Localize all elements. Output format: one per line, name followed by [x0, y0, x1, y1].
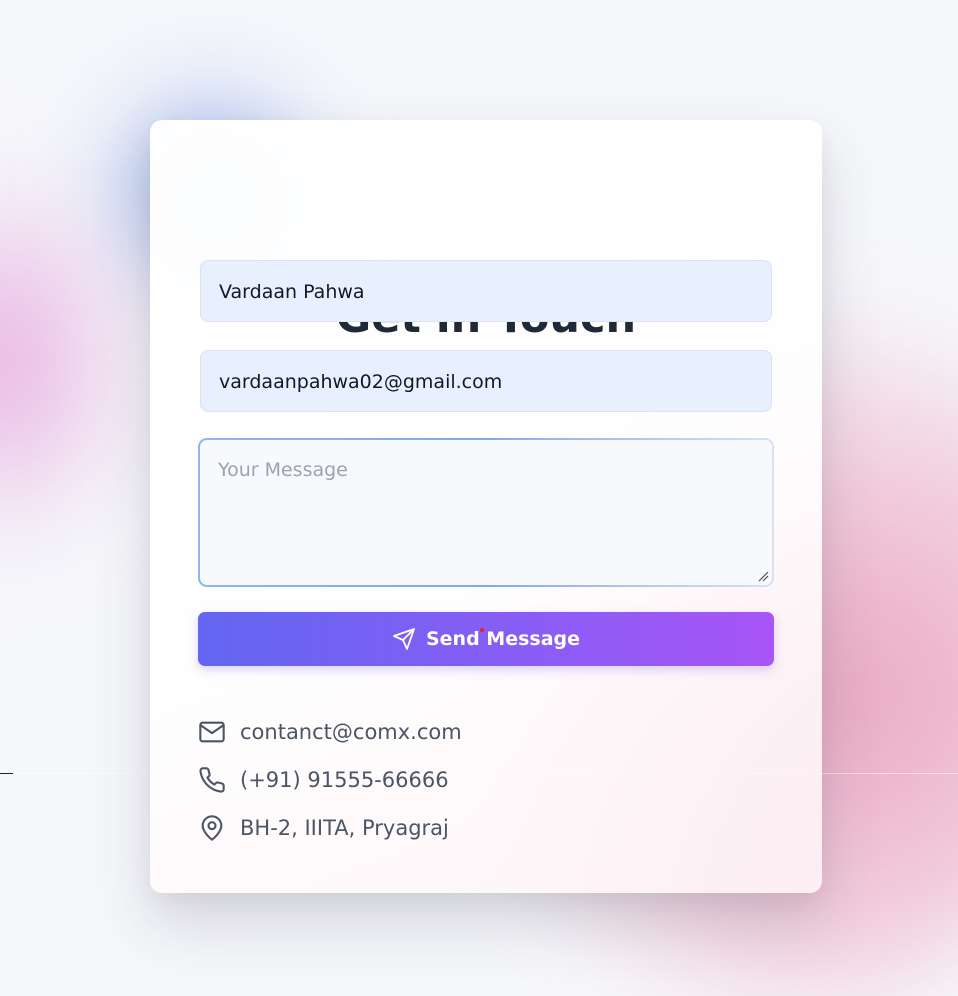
send-message-button[interactable]: Send Message	[198, 612, 774, 666]
message-textarea-inner[interactable]: Your Message	[200, 440, 772, 585]
message-placeholder: Your Message	[218, 459, 348, 481]
contact-phone: (+91) 91555-66666	[240, 768, 449, 792]
email-input[interactable]: vardaanpahwa02@gmail.com	[200, 350, 772, 412]
contact-phone-row: (+91) 91555-66666	[198, 764, 449, 796]
divider-line-mark	[0, 773, 13, 774]
send-button-label: Send Message	[425, 628, 581, 650]
resize-handle-icon[interactable]	[758, 571, 769, 582]
mail-icon	[198, 717, 228, 747]
contact-address: BH-2, IIITA, Pryagraj	[240, 816, 449, 840]
send-icon	[393, 628, 415, 650]
contact-email: contanct@comx.com	[240, 720, 462, 744]
name-input[interactable]: Vardaan Pahwa	[200, 260, 772, 322]
phone-icon	[198, 765, 228, 795]
contact-card: Get in Touch Vardaan Pahwa vardaanpahwa0…	[150, 120, 822, 893]
message-textarea[interactable]: Your Message	[198, 438, 774, 587]
map-pin-icon	[198, 813, 228, 843]
contact-email-row: contanct@comx.com	[198, 716, 462, 748]
contact-address-row: BH-2, IIITA, Pryagraj	[198, 812, 449, 844]
cursor-dot	[480, 628, 484, 632]
